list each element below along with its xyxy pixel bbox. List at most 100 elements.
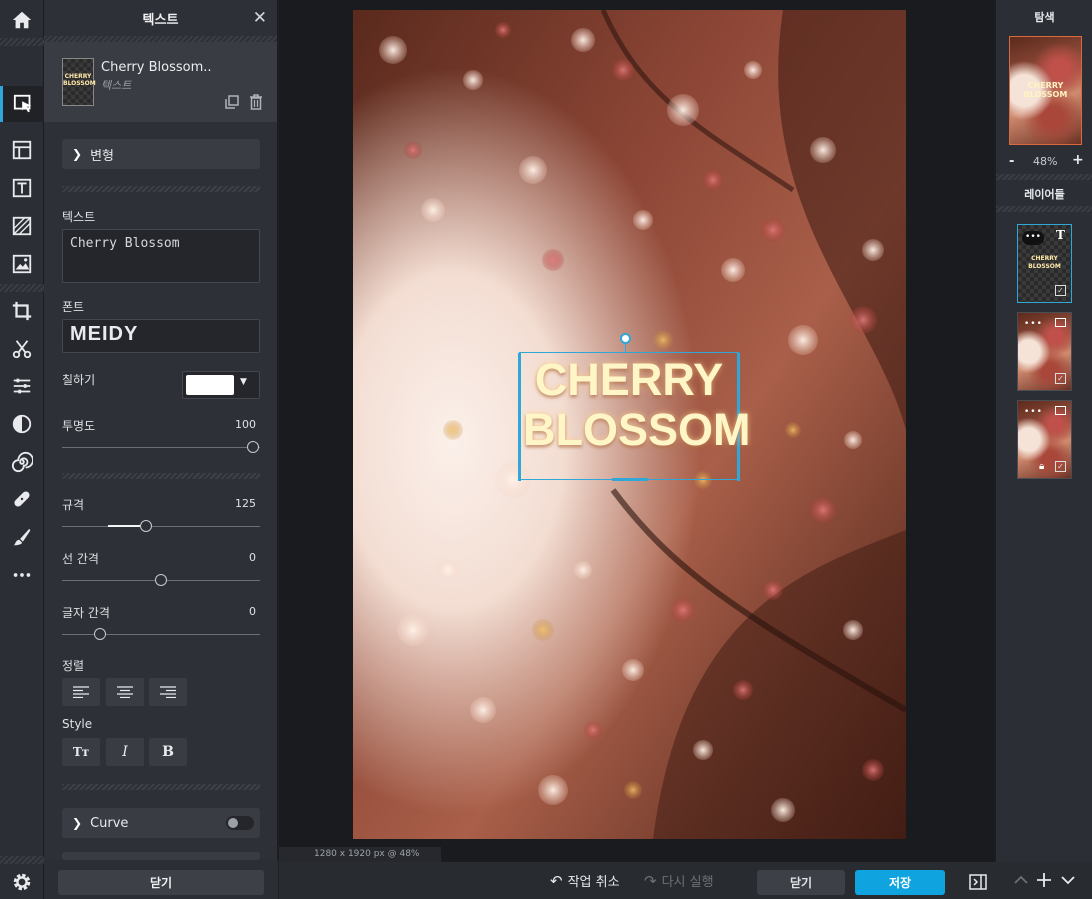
redo-label: 다시 실행 bbox=[661, 875, 714, 890]
line-spacing-slider-knob[interactable] bbox=[155, 574, 167, 586]
close-button[interactable]: 닫기 bbox=[757, 870, 845, 895]
left-toolbar bbox=[0, 0, 44, 899]
line-spacing-value: 0 bbox=[249, 551, 256, 564]
settings-gear-icon[interactable] bbox=[0, 864, 44, 899]
size-slider-knob[interactable] bbox=[140, 520, 152, 532]
trash-icon[interactable] bbox=[248, 93, 264, 114]
toolbar-divider bbox=[0, 856, 44, 864]
select-tool-icon[interactable] bbox=[0, 86, 44, 122]
layout-tool-icon[interactable] bbox=[0, 132, 44, 168]
layers-title: 레이어들 bbox=[1024, 188, 1065, 201]
undo-icon: ↶ bbox=[550, 871, 563, 890]
chevron-up-icon[interactable] bbox=[1013, 872, 1029, 892]
curve-label: Curve bbox=[90, 815, 129, 831]
toolbar-divider bbox=[0, 38, 44, 46]
letter-spacing-label: 글자 간격 bbox=[62, 606, 110, 620]
crop-tool-icon[interactable] bbox=[0, 293, 44, 329]
layer-tile-text[interactable]: ••• T CHERRY BLOSSOM ✓ bbox=[1017, 224, 1072, 303]
opacity-slider[interactable] bbox=[62, 447, 260, 448]
panel-close-button[interactable]: 닫기 bbox=[58, 870, 264, 895]
save-button[interactable]: 저장 bbox=[855, 870, 945, 895]
image-layer-icon bbox=[1055, 318, 1066, 327]
undo-button[interactable]: ↶ 작업 취소 bbox=[550, 862, 620, 899]
curve-section-toggle[interactable]: ❯ Curve bbox=[62, 808, 260, 838]
adjust-tool-icon[interactable] bbox=[0, 368, 44, 404]
layer-tile-thumb-text: CHERRY BLOSSOM bbox=[1028, 255, 1061, 270]
visibility-checkbox-icon[interactable]: ✓ bbox=[1055, 285, 1066, 296]
redo-button[interactable]: ↷ 다시 실행 bbox=[644, 862, 714, 899]
align-right-icon[interactable] bbox=[149, 678, 187, 706]
size-slider[interactable] bbox=[62, 526, 260, 527]
transform-label: 변형 bbox=[90, 148, 114, 164]
lock-icon[interactable]: 🔒︎ bbox=[1039, 461, 1044, 472]
align-left-icon[interactable] bbox=[62, 678, 100, 706]
more-tools-icon[interactable] bbox=[0, 557, 44, 593]
size-slider-fill bbox=[108, 525, 140, 527]
text-layer-icon: T bbox=[1056, 228, 1065, 242]
filter-tool-icon[interactable] bbox=[0, 406, 44, 442]
bold-button[interactable]: B bbox=[149, 738, 187, 766]
curve-toggle-switch[interactable] bbox=[226, 816, 254, 830]
opacity-value: 100 bbox=[235, 418, 256, 431]
panel-title: 텍스트 bbox=[142, 12, 179, 28]
headline-line-1: CHERRY bbox=[534, 354, 724, 405]
next-section-toggle[interactable] bbox=[62, 852, 260, 860]
rotate-handle[interactable] bbox=[620, 333, 631, 344]
resize-handle-bottom[interactable] bbox=[612, 478, 648, 481]
pattern-tool-icon[interactable] bbox=[0, 208, 44, 244]
more-options-icon[interactable]: ••• bbox=[1024, 407, 1043, 417]
transform-section-toggle[interactable]: ❯ 변형 bbox=[62, 139, 260, 169]
text-input[interactable]: Cherry Blossom bbox=[62, 229, 260, 283]
size-value: 125 bbox=[235, 497, 256, 510]
home-icon[interactable] bbox=[0, 2, 44, 38]
layer-tile-image-2[interactable]: ••• 🔒︎ ✓ bbox=[1017, 400, 1072, 479]
layer-type: 텍스트 bbox=[101, 79, 132, 92]
panel-header: 텍스트 ✕ bbox=[44, 0, 277, 36]
heal-tool-icon[interactable] bbox=[0, 481, 44, 517]
zoom-in-button[interactable]: + bbox=[1072, 152, 1084, 168]
cut-tool-icon[interactable] bbox=[0, 331, 44, 367]
fill-color-swatch bbox=[186, 375, 234, 395]
letter-spacing-value: 0 bbox=[249, 605, 256, 618]
liquify-tool-icon[interactable] bbox=[0, 444, 44, 480]
close-icon[interactable]: ✕ bbox=[253, 8, 267, 28]
chevron-down-icon[interactable] bbox=[1060, 872, 1076, 892]
redo-icon: ↷ bbox=[644, 871, 657, 890]
visibility-checkbox-icon[interactable]: ✓ bbox=[1055, 373, 1066, 384]
line-spacing-label: 선 간격 bbox=[62, 552, 99, 566]
toggle-panel-icon[interactable] bbox=[969, 874, 987, 894]
navigator-thumbnail[interactable]: CHERRY BLOSSOM bbox=[1009, 36, 1082, 145]
panel-divider bbox=[996, 206, 1092, 212]
image-tool-icon[interactable] bbox=[0, 246, 44, 282]
visibility-checkbox-icon[interactable]: ✓ bbox=[1055, 461, 1066, 472]
text-case-button[interactable]: Tт bbox=[62, 738, 100, 766]
more-options-icon[interactable]: ••• bbox=[1022, 231, 1044, 245]
panel-divider bbox=[996, 174, 1092, 180]
chevron-down-icon: ▼ bbox=[240, 377, 247, 387]
resize-handle-left[interactable] bbox=[518, 353, 521, 481]
align-center-icon[interactable] bbox=[106, 678, 144, 706]
opacity-slider-knob[interactable] bbox=[247, 441, 259, 453]
zoom-value: 48% bbox=[1033, 155, 1058, 168]
canvas-text-layer[interactable]: CHERRY BLOSSOM bbox=[523, 354, 751, 455]
font-label: 폰트 bbox=[62, 300, 85, 314]
layer-thumbnail: CHERRY BLOSSOM bbox=[62, 58, 96, 106]
duplicate-icon[interactable] bbox=[224, 94, 240, 114]
font-selector[interactable]: MEIDY bbox=[62, 319, 260, 353]
more-options-icon[interactable]: ••• bbox=[1024, 319, 1043, 329]
add-icon[interactable] bbox=[1036, 872, 1052, 892]
letter-spacing-slider-knob[interactable] bbox=[94, 628, 106, 640]
zoom-out-button[interactable]: - bbox=[1009, 154, 1014, 169]
navigator-thumb-text: CHERRY BLOSSOM bbox=[1023, 81, 1068, 99]
italic-button[interactable]: I bbox=[106, 738, 144, 766]
layer-tile-image-1[interactable]: ••• ✓ bbox=[1017, 312, 1072, 391]
fill-color-picker[interactable]: ▼ bbox=[182, 371, 260, 399]
letter-spacing-slider[interactable] bbox=[62, 634, 260, 635]
text-tool-icon[interactable] bbox=[0, 170, 44, 206]
brush-tool-icon[interactable] bbox=[0, 519, 44, 555]
bottom-action-bar: ↶ 작업 취소 ↷ 다시 실행 닫기 저장 bbox=[279, 862, 1092, 899]
headline-line-2: BLOSSOM bbox=[523, 404, 751, 455]
toolbar-divider bbox=[0, 284, 44, 292]
text-label: 텍스트 bbox=[62, 210, 96, 224]
chevron-right-icon: ❯ bbox=[72, 816, 83, 830]
